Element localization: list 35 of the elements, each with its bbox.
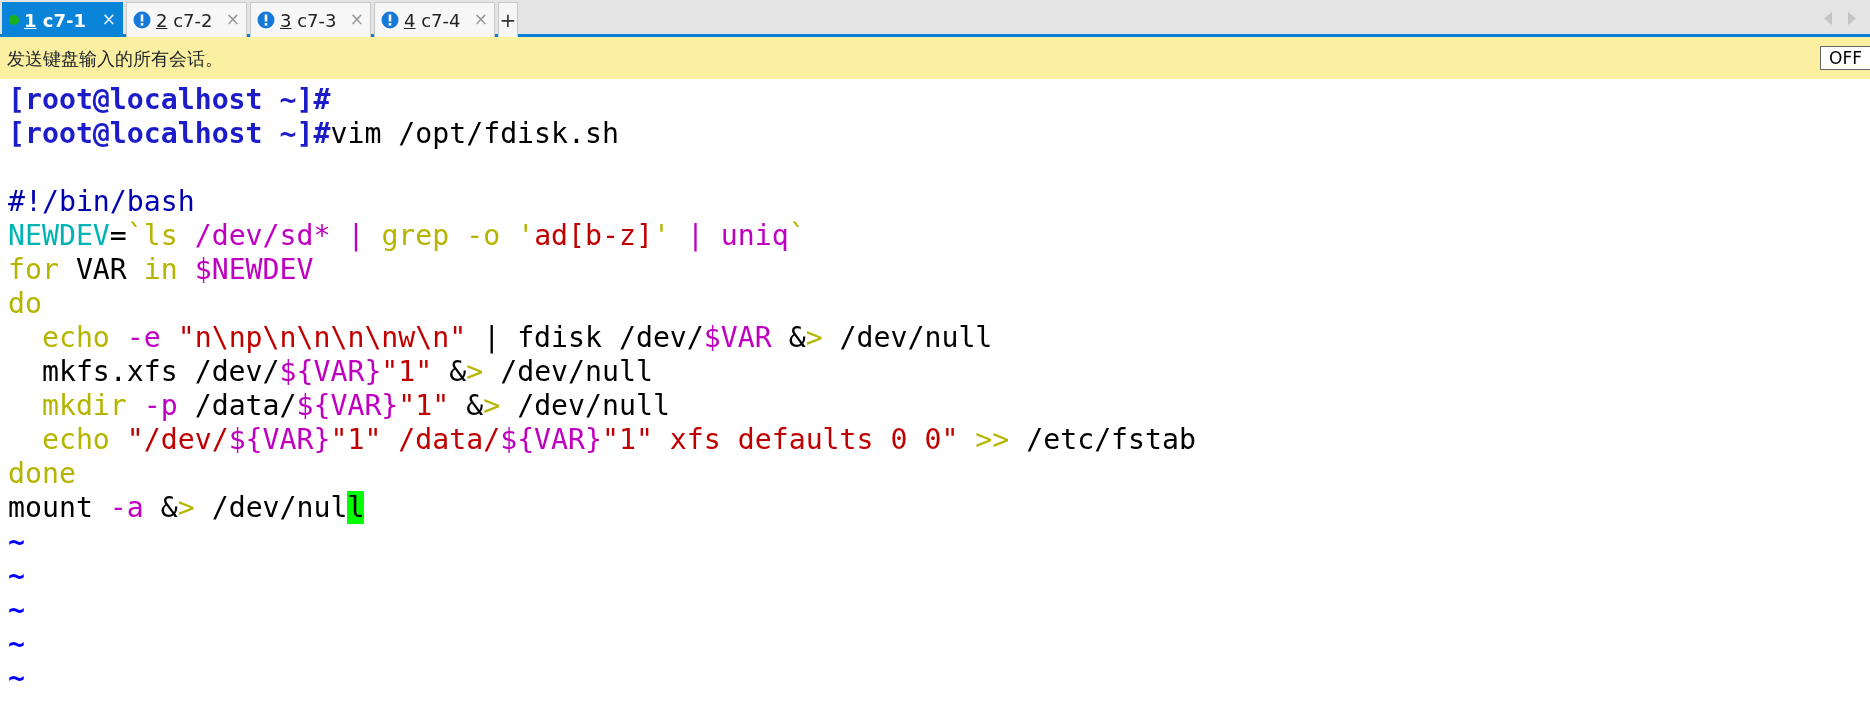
empty-line-marker: ~ <box>8 559 26 593</box>
session-tab[interactable]: 2 c7-2 × <box>126 2 247 37</box>
tab-label: 1 c7-1 <box>24 8 86 33</box>
exclamation-icon <box>257 11 275 29</box>
session-tab[interactable]: 1 c7-1 × <box>2 2 123 37</box>
code-line: #!/bin/bash <box>8 185 196 219</box>
broadcast-toggle-button[interactable]: OFF <box>1820 46 1870 70</box>
tab-label: 4 c7-4 <box>404 8 461 33</box>
code-line: do <box>8 287 43 321</box>
code-line: echo "/dev/${VAR}"1" /data/${VAR}"1" xfs defaults 0 0" >> /etc/fstab <box>40 423 1197 457</box>
empty-line-marker: ~ <box>8 593 26 627</box>
exclamation-icon <box>381 11 399 29</box>
code-line: NEWDEV=`ls /dev/sd* | grep -o 'ad[b-z]' | uniq` <box>8 219 807 253</box>
tab-label: 3 c7-3 <box>280 8 337 33</box>
code-line: mount -a &> /dev/null <box>8 491 366 525</box>
code-line: done <box>8 457 77 491</box>
status-dot-icon <box>9 15 19 25</box>
scroll-right-icon[interactable] <box>1848 12 1856 25</box>
code-line: echo -e "n\np\n\n\n\nw\n" | fdisk /dev/$VAR &> /dev/null <box>40 321 994 355</box>
exclamation-icon <box>133 11 151 29</box>
close-tab-button[interactable]: × <box>101 7 116 33</box>
code-line: mkdir -p /data/${VAR}"1" &> /dev/null <box>40 389 671 423</box>
session-tab[interactable]: 4 c7-4 × <box>374 2 495 37</box>
code-line: [root@localhost ~]#vim /opt/fdisk.sh <box>8 117 620 151</box>
empty-line-marker: ~ <box>8 525 26 559</box>
session-tab[interactable]: 3 c7-3 × <box>250 2 371 37</box>
code-line: for VAR in $NEWDEV <box>8 253 315 287</box>
code-line: [root@localhost ~]# <box>8 83 332 117</box>
code-line: mkfs.xfs /dev/${VAR}"1" &> /dev/null <box>40 355 654 389</box>
scroll-left-icon[interactable] <box>1824 12 1832 25</box>
new-tab-button[interactable]: + <box>498 2 518 37</box>
broadcast-message: 发送键盘输入的所有会话。 <box>7 46 223 71</box>
empty-line-marker: ~ <box>8 627 26 661</box>
tab-label: 2 c7-2 <box>156 8 213 33</box>
empty-line-marker: ~ <box>8 661 26 695</box>
